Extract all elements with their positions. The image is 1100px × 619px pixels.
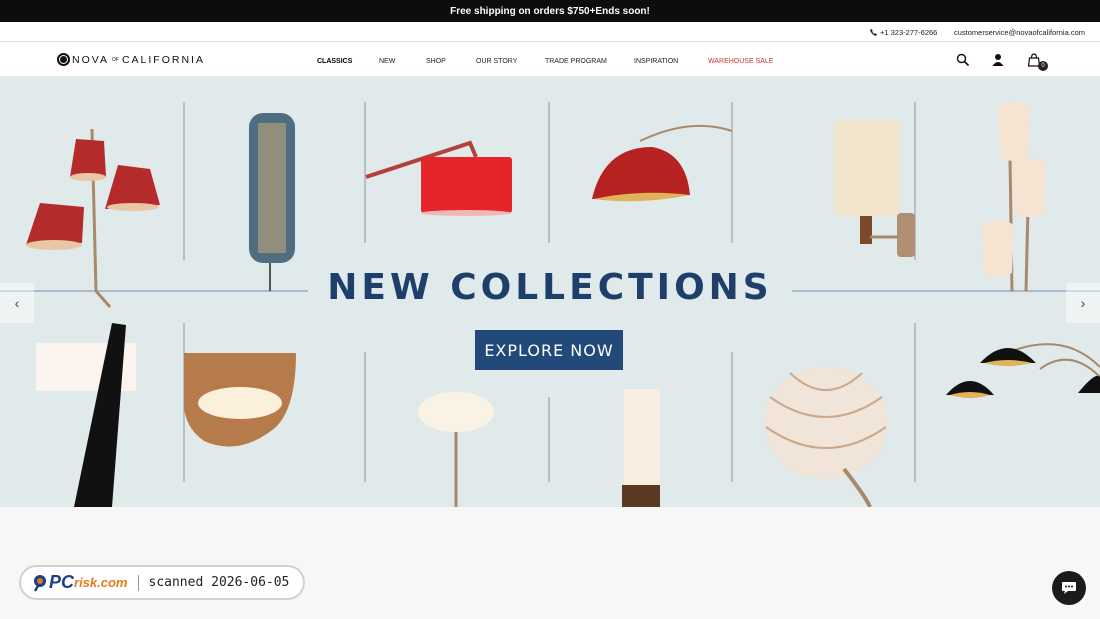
- pcrisk-risk-text: risk.com: [74, 575, 128, 590]
- watermark-divider: [137, 574, 139, 591]
- magnifier-logo-icon: [33, 574, 46, 592]
- phone-link[interactable]: +1 323-277-6266: [870, 28, 937, 37]
- content-area: [0, 507, 1100, 619]
- nav-new[interactable]: NEW: [379, 58, 395, 65]
- logo-text-left: NOVA: [72, 53, 109, 66]
- carousel-next-button[interactable]: ›: [1066, 283, 1100, 323]
- logo-text-of: OF: [111, 56, 119, 63]
- pcrisk-watermark: PC risk.com scanned 2026-06-05: [19, 565, 305, 600]
- site-header: NOVA OF CALIFORNIA CLASSICS NEW SHOP OUR…: [0, 42, 1100, 77]
- logo-mark-icon: [57, 53, 70, 66]
- user-icon[interactable]: [991, 53, 1005, 67]
- carousel-prev-button[interactable]: ‹: [0, 283, 34, 323]
- scan-date: scanned 2026-06-05: [148, 575, 290, 590]
- nav-warehouse-sale[interactable]: WAREHOUSE SALE: [708, 58, 773, 65]
- nav-shop[interactable]: SHOP: [426, 58, 446, 65]
- nav-classics[interactable]: CLASSICS: [317, 58, 352, 65]
- announcement-bar: Free shipping on orders $750+Ends soon!: [0, 0, 1100, 22]
- nav-our-story[interactable]: OUR STORY: [476, 58, 517, 65]
- chat-button[interactable]: [1052, 571, 1086, 605]
- top-contact-bar: +1 323-277-6266 customerservice@novaofca…: [0, 22, 1100, 42]
- announcement-text: Free shipping on orders $750+Ends soon!: [450, 5, 650, 17]
- search-icon[interactable]: [956, 53, 970, 67]
- explore-now-button[interactable]: EXPLORE NOW: [475, 330, 623, 370]
- pcrisk-logo: PC risk.com: [33, 572, 128, 593]
- phone-icon: [870, 29, 877, 36]
- nav-trade-program[interactable]: TRADE PROGRAM: [545, 58, 607, 65]
- hero-banner[interactable]: NEW COLLECTIONS EXPLORE NOW ‹ ›: [0, 77, 1100, 507]
- logo-text-right: CALIFORNIA: [121, 53, 205, 66]
- brand-logo[interactable]: NOVA OF CALIFORNIA: [57, 53, 205, 66]
- nav-inspiration[interactable]: INSPIRATION: [634, 58, 678, 65]
- chat-icon: [1062, 582, 1076, 594]
- email-link[interactable]: customerservice@novaofcalifornia.com: [954, 28, 1085, 37]
- chevron-left-icon: ‹: [14, 295, 20, 311]
- chevron-right-icon: ›: [1080, 295, 1086, 311]
- hero-title: NEW COLLECTIONS: [327, 267, 773, 308]
- cart-count-badge: 0: [1038, 61, 1048, 71]
- pcrisk-pc-text: PC: [49, 572, 75, 592]
- phone-number: +1 323-277-6266: [880, 28, 938, 37]
